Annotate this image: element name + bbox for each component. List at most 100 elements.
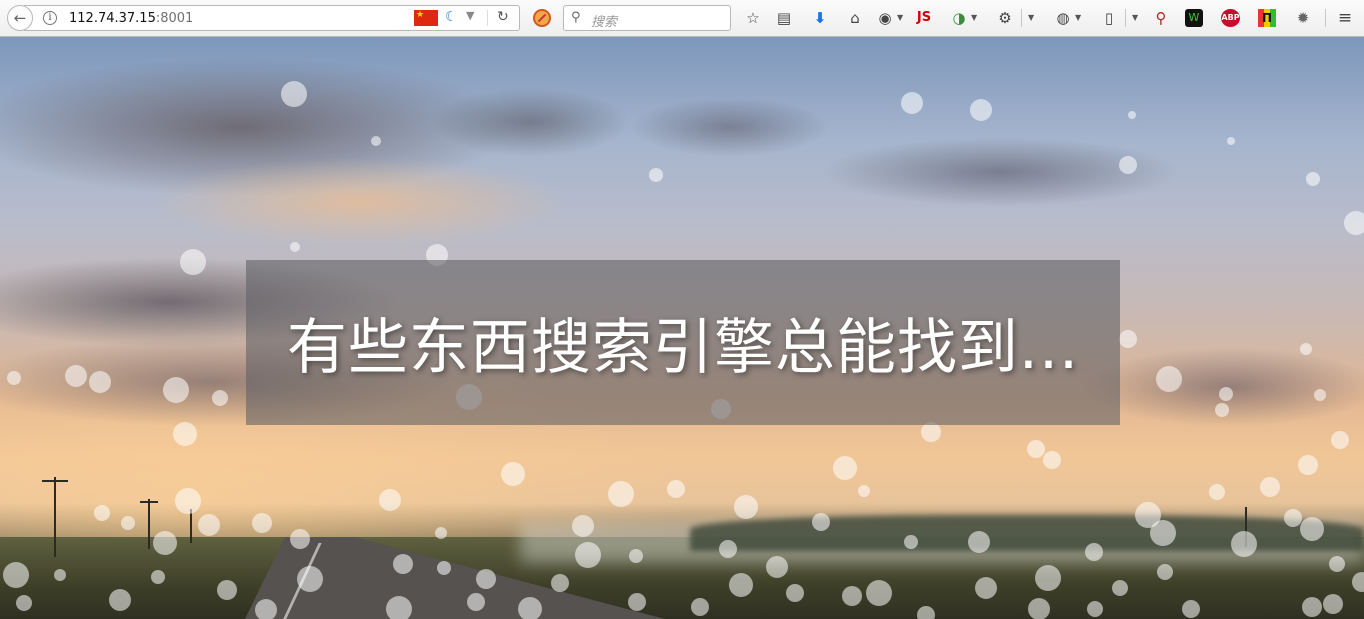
bubble: [734, 495, 758, 519]
javascript-toggle-icon[interactable]: JS: [913, 9, 935, 27]
bubble: [1027, 440, 1045, 458]
bubble: [1150, 520, 1176, 546]
translate-icon[interactable]: ◑: [950, 9, 968, 27]
bubble: [975, 577, 997, 599]
shield-icon[interactable]: W: [1185, 9, 1203, 27]
globe-dropdown-icon[interactable]: ▼: [897, 9, 903, 27]
bubble: [476, 569, 496, 589]
bubble: [175, 488, 201, 514]
bubble: [435, 527, 447, 539]
bubble: [518, 597, 542, 619]
settings-gear-icon[interactable]: ✹: [1294, 9, 1312, 27]
bubble: [65, 365, 87, 387]
bubble: [1219, 387, 1233, 401]
globe-icon[interactable]: ◉: [876, 9, 894, 27]
dropdown-icon[interactable]: ▼: [466, 9, 474, 22]
bubble: [94, 505, 110, 521]
bubble: [151, 570, 165, 584]
bubble: [371, 136, 381, 146]
bubble: [1119, 330, 1137, 348]
china-flag-icon[interactable]: ★: [414, 10, 438, 26]
bubble: [3, 562, 29, 588]
palette-icon[interactable]: ⚙: [996, 9, 1014, 27]
bubble: [917, 606, 935, 619]
back-button[interactable]: ←: [7, 5, 33, 31]
reload-icon[interactable]: ↻: [497, 9, 509, 25]
bubble: [1035, 565, 1061, 591]
bubble: [1112, 580, 1128, 596]
bubble: [667, 480, 685, 498]
bubble: [7, 371, 21, 385]
bubble: [866, 580, 892, 606]
bubble: [1352, 572, 1364, 592]
search-icon: ⚲: [571, 10, 581, 25]
url-text[interactable]: 112.74.37.15:8001: [69, 11, 193, 26]
magnifier-extension-icon[interactable]: ⚲: [1152, 9, 1170, 27]
bubble: [1300, 343, 1312, 355]
bubble: [1215, 403, 1229, 417]
headline-banner: 有些东西搜索引擎总能找到...: [246, 260, 1120, 425]
bubble: [970, 99, 992, 121]
bubble: [217, 580, 237, 600]
bubble: [173, 422, 197, 446]
back-arrow-icon: ←: [13, 9, 27, 27]
bubble: [1209, 484, 1225, 500]
bubble: [290, 242, 300, 252]
translate-dropdown-icon[interactable]: ▼: [971, 9, 977, 27]
plugin-icon[interactable]: Π: [1258, 9, 1276, 27]
bubble: [1087, 601, 1103, 617]
bubble: [54, 569, 66, 581]
bubble: [163, 377, 189, 403]
url-port: :8001: [155, 11, 194, 26]
toolbar-separator-2: [1125, 9, 1126, 27]
bubble: [1298, 455, 1318, 475]
bubble: [812, 513, 830, 531]
bubble: [1284, 509, 1302, 527]
chrome-dropdown-icon[interactable]: ▼: [1075, 9, 1081, 27]
reading-list-icon[interactable]: ▤: [775, 9, 793, 27]
bubble: [1306, 172, 1320, 186]
swirl-icon[interactable]: ☾: [445, 9, 458, 25]
bubble: [109, 589, 131, 611]
bubble: [386, 596, 412, 619]
bubble: [551, 574, 569, 592]
bubble: [1157, 564, 1173, 580]
bubble: [691, 598, 709, 616]
bubble: [153, 531, 177, 555]
download-icon[interactable]: ⬇: [811, 9, 829, 27]
chrome-icon[interactable]: ◍: [1054, 9, 1072, 27]
bubble: [1331, 431, 1349, 449]
bubble: [608, 481, 634, 507]
blocked-extension-icon[interactable]: [533, 9, 551, 27]
bubble: [1260, 477, 1280, 497]
bubble: [729, 573, 753, 597]
bookmark-star-icon[interactable]: ☆: [744, 9, 762, 27]
bubble: [290, 529, 310, 549]
bubble: [575, 542, 601, 568]
bubble: [255, 599, 277, 619]
bubble: [921, 422, 941, 442]
palette-dropdown-icon[interactable]: ▼: [1028, 9, 1034, 27]
bubble: [1128, 111, 1136, 119]
bubble: [1182, 600, 1200, 618]
bubble: [1314, 389, 1326, 401]
page-content: 有些东西搜索引擎总能找到...: [0, 37, 1364, 619]
info-icon[interactable]: i: [43, 11, 57, 25]
browser-toolbar: i 112.74.37.15:8001 ★ ☾ ▼ ↻ ← ⚲ 搜索 ☆ ▤ ⬇…: [0, 0, 1364, 37]
bubble: [833, 456, 857, 480]
bubble: [572, 515, 594, 537]
hamburger-menu-icon[interactable]: ≡: [1335, 9, 1355, 27]
search-input[interactable]: ⚲ 搜索: [563, 5, 731, 31]
page-info-dropdown-icon[interactable]: ▼: [1132, 9, 1138, 27]
adblock-icon[interactable]: ABP: [1221, 9, 1240, 27]
bubble: [1329, 556, 1345, 572]
home-icon[interactable]: ⌂: [846, 9, 864, 27]
bubble: [842, 586, 862, 606]
page-info-icon[interactable]: ▯: [1100, 9, 1118, 27]
bubble: [198, 514, 220, 536]
url-bar[interactable]: i 112.74.37.15:8001 ★ ☾ ▼ ↻: [24, 5, 520, 31]
bubble: [1302, 597, 1322, 617]
bubble: [297, 566, 323, 592]
search-placeholder: 搜索: [591, 15, 618, 30]
bubble: [1344, 211, 1364, 235]
